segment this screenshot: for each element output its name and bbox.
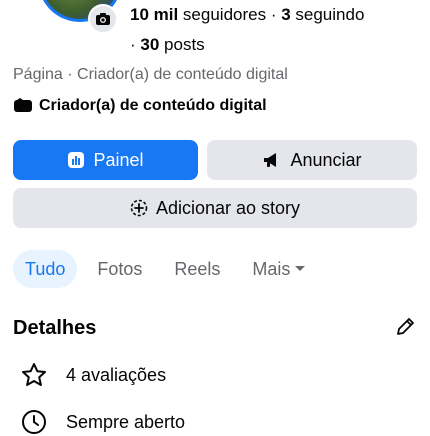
page-category: Página · Criador(a) de conteúdo digital [13,66,288,83]
panel-button[interactable]: Painel [13,140,198,180]
posts-stats: · 30 posts [130,34,205,56]
tab-photos[interactable]: Fotos [85,250,154,288]
detail-item-hours[interactable]: Sempre aberto [20,408,185,436]
tab-more-label: Mais [252,258,291,279]
followers-label: seguidores · [178,5,282,24]
creator-badge-label: Criador(a) de conteúdo digital [39,97,267,114]
content-tabs: Tudo Fotos Reels Mais [13,250,318,288]
details-heading: Detalhes [13,317,97,339]
posts-count: 30 [140,35,160,54]
add-story-icon [130,199,148,217]
tab-more[interactable]: Mais [240,250,318,288]
panel-icon [68,152,85,168]
following-label: seguindo [290,5,365,24]
follower-stats: 10 mil seguidores · 3 seguindo [130,4,364,26]
tab-photos-label: Fotos [97,258,143,279]
tab-all-label: Tudo [25,258,66,279]
add-story-button[interactable]: Adicionar ao story [13,188,417,228]
star-icon [22,363,46,386]
advertise-button[interactable]: Anunciar [207,140,417,180]
add-story-button-label: Adicionar ao story [155,197,301,218]
change-photo-button[interactable] [88,4,118,34]
clock-icon [22,410,46,434]
advertise-button-label: Anunciar [290,149,362,170]
hours-text: Sempre aberto [66,411,186,432]
followers-count[interactable]: 10 mil [130,5,178,24]
camera-icon [96,13,110,25]
detail-item-reviews[interactable]: 4 avaliações [20,361,166,389]
posts-label: posts [159,35,205,54]
tab-all[interactable]: Tudo [13,250,78,288]
reviews-text: 4 avaliações [66,364,167,385]
megaphone-icon [264,153,277,167]
panel-button-label: Painel [93,149,144,170]
pencil-icon [397,318,414,335]
tab-reels[interactable]: Reels [162,250,232,288]
creator-badge-row: Criador(a) de conteúdo digital [13,97,267,115]
edit-details-button[interactable] [394,316,416,343]
video-icon [14,98,32,112]
following-count[interactable]: 3 [281,5,290,24]
posts-separator: · [130,35,141,54]
tab-reels-label: Reels [174,258,221,279]
caret-down-icon [295,266,306,271]
